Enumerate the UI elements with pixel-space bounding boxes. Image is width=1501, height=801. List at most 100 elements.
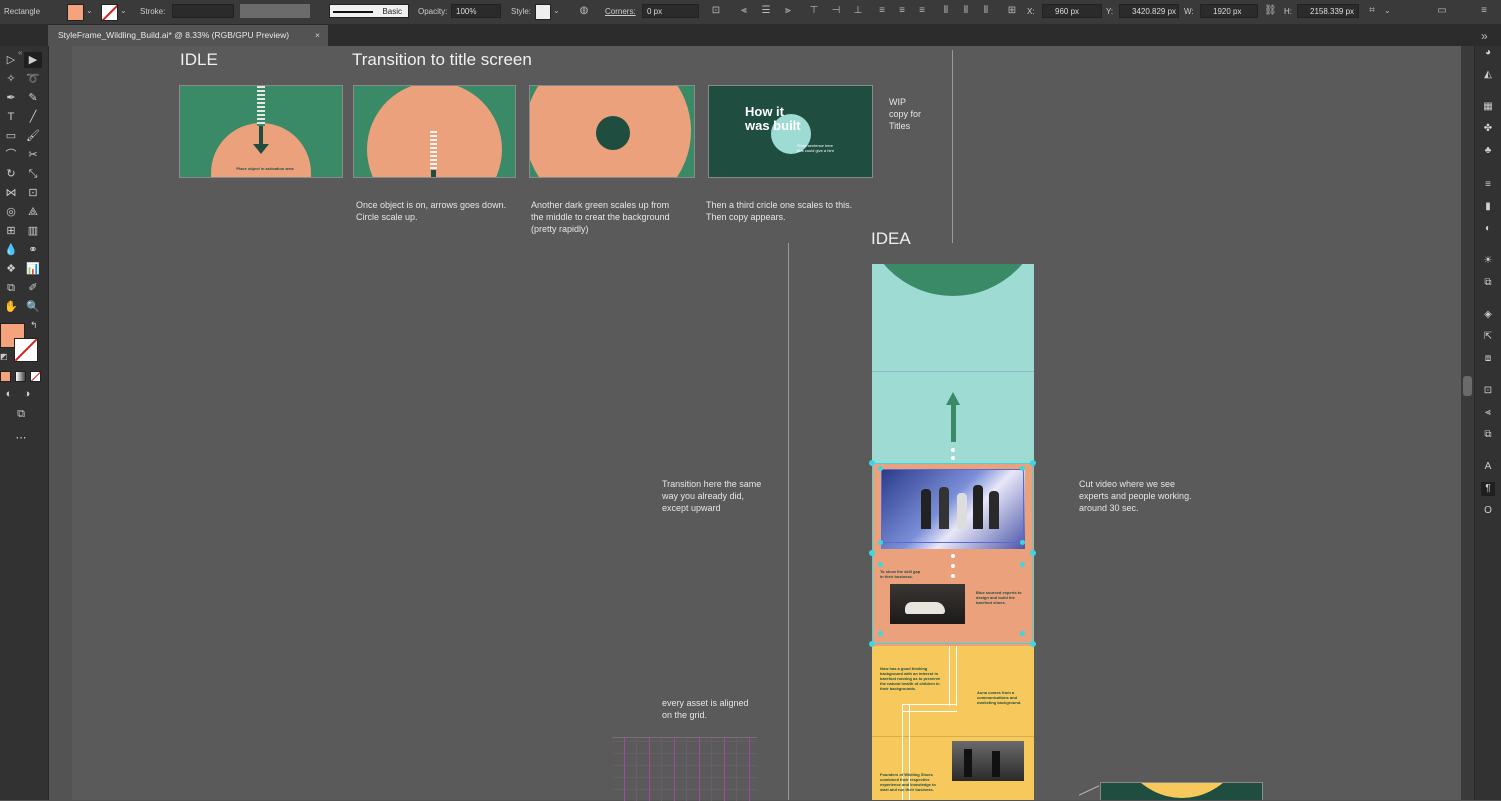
draw-normal-icon[interactable]: ◐ — [0, 386, 18, 402]
edit-toolbar-icon[interactable]: ⋯ — [12, 430, 30, 446]
distribute-bottom-icon[interactable]: ≡ — [916, 5, 928, 17]
transparency-icon[interactable]: ◐ — [1481, 222, 1495, 236]
blend-tool-icon[interactable]: ⚭ — [24, 242, 42, 258]
selection-handle[interactable] — [869, 641, 875, 647]
collapse-panels-icon[interactable]: » — [1481, 29, 1488, 43]
brush-definition-field[interactable]: Basic — [329, 4, 409, 18]
scissors-tool-icon[interactable]: ✂ — [24, 147, 42, 163]
frame-title[interactable]: How it was built Short sentence here tha… — [708, 85, 873, 178]
frame-transition-2[interactable] — [529, 85, 695, 178]
panel-menu-icon[interactable]: ≡ — [1478, 5, 1490, 17]
hand-tool-icon[interactable]: ✋ — [2, 299, 20, 315]
graphic-styles-icon[interactable]: ⧉ — [1481, 276, 1495, 290]
align-top-icon[interactable]: ⊤ — [808, 5, 820, 17]
align-right-icon[interactable]: ⫸ — [782, 5, 794, 17]
selection-handle[interactable] — [1020, 540, 1025, 545]
symbols-icon[interactable]: ♣ — [1481, 144, 1495, 158]
align-bottom-icon[interactable]: ⊥ — [852, 5, 864, 17]
corners-label[interactable]: Corners: — [605, 7, 636, 16]
selection-handle[interactable] — [1030, 460, 1036, 466]
stroke-panel-icon[interactable]: ≡ — [1481, 178, 1495, 192]
selection-handle[interactable] — [1020, 562, 1025, 567]
gradient-mode-icon[interactable] — [15, 371, 26, 382]
color-guide-icon[interactable]: ◕ — [1481, 46, 1495, 60]
fill-swatch[interactable] — [67, 4, 84, 21]
asset-export-icon[interactable]: ⇱ — [1481, 330, 1495, 344]
vertical-scrollbar[interactable] — [1461, 46, 1474, 800]
selection-handle[interactable] — [869, 550, 875, 556]
transform-panel-icon[interactable]: ⊡ — [1481, 384, 1495, 398]
selection-handle[interactable] — [1020, 631, 1025, 636]
gradient-panel-icon[interactable]: ▮ — [1481, 200, 1495, 214]
selection-handle[interactable] — [1030, 550, 1036, 556]
distribute-top-icon[interactable]: ≡ — [876, 5, 888, 17]
mesh-tool-icon[interactable]: ⊞ — [2, 223, 20, 239]
character-icon[interactable]: A — [1481, 460, 1495, 474]
selection-tool-icon[interactable]: ▷ — [2, 52, 20, 68]
paragraph-icon[interactable]: ¶ — [1481, 482, 1495, 496]
transform-panel-icon[interactable]: ▭ — [1436, 5, 1448, 17]
type-tool-icon[interactable]: T — [2, 109, 20, 125]
shape-builder-tool-icon[interactable]: ◎ — [2, 204, 20, 220]
document-tab[interactable]: StyleFrame_Wildling_Build.ai* @ 8.33% (R… — [48, 25, 328, 46]
y-field[interactable]: 3420.829 px — [1119, 4, 1179, 18]
eyedropper-tool-icon[interactable]: 💧 — [2, 242, 20, 258]
stroke-color-box[interactable] — [14, 338, 38, 362]
direct-selection-tool-icon[interactable]: ▶ — [24, 52, 42, 68]
shape-options-dropdown-icon[interactable]: ⌄ — [1384, 6, 1391, 15]
align-panel-icon[interactable]: ⫷ — [1481, 406, 1495, 420]
fill-dropdown-icon[interactable]: ⌄ — [86, 6, 93, 15]
align-left-icon[interactable]: ⫷ — [738, 5, 750, 17]
selection-handle[interactable] — [1020, 466, 1025, 471]
graph-tool-icon[interactable]: 📊 — [24, 261, 42, 277]
opacity-field[interactable]: 100% — [451, 4, 501, 18]
shaper-tool-icon[interactable]: ⌒ — [2, 147, 20, 163]
distribute-middle-icon[interactable]: ≡ — [896, 5, 908, 17]
color-mode-icon[interactable] — [0, 371, 11, 382]
selection-handle[interactable] — [878, 466, 883, 471]
lasso-tool-icon[interactable]: ➰ — [24, 71, 42, 87]
transform-icon[interactable]: ⊡ — [710, 5, 722, 17]
x-field[interactable]: 960 px — [1042, 4, 1102, 18]
magic-wand-tool-icon[interactable]: ✧ — [2, 71, 20, 87]
reference-point-icon[interactable]: ⊞ — [1006, 5, 1018, 17]
brushes-icon[interactable]: ✤ — [1481, 122, 1495, 136]
close-tab-icon[interactable]: × — [315, 25, 320, 46]
paintbrush-tool-icon[interactable]: 🖌 — [24, 128, 42, 144]
next-frame-preview[interactable] — [1100, 782, 1263, 800]
constrain-proportions-icon[interactable]: ⛓ — [1264, 5, 1277, 17]
artboards-icon[interactable]: ⧈ — [1481, 352, 1495, 366]
stroke-swatch[interactable] — [101, 4, 118, 21]
swap-colors-icon[interactable]: ↰ — [30, 320, 38, 331]
draw-behind-icon[interactable]: ◑ — [18, 386, 36, 402]
rotate-tool-icon[interactable]: ↻ — [2, 166, 20, 182]
artboard-tool-icon[interactable]: ⧉ — [2, 280, 20, 296]
screen-mode-icon[interactable]: ⧉ — [12, 406, 30, 422]
variable-width-profile[interactable] — [240, 4, 310, 18]
selection-handle[interactable] — [878, 631, 883, 636]
none-mode-icon[interactable] — [30, 371, 41, 382]
style-dropdown-icon[interactable]: ⌄ — [553, 6, 560, 15]
pathfinder-icon[interactable]: ⧉ — [1481, 428, 1495, 442]
appearance-icon[interactable]: ☀ — [1481, 254, 1495, 268]
distribute-left-icon[interactable]: ⦀ — [940, 5, 952, 17]
workshop-photo[interactable] — [952, 741, 1024, 781]
pen-tool-icon[interactable]: ✒ — [2, 90, 20, 106]
shape-options-icon[interactable]: ⌗ — [1366, 5, 1378, 17]
selection-handle[interactable] — [1030, 641, 1036, 647]
line-tool-icon[interactable]: ╱ — [24, 109, 42, 125]
curvature-tool-icon[interactable]: ✎ — [24, 90, 42, 106]
rectangle-tool-icon[interactable]: ▭ — [2, 128, 20, 144]
free-transform-tool-icon[interactable]: ⊡ — [24, 185, 42, 201]
align-middle-icon[interactable]: ⊣ — [830, 5, 842, 17]
stroke-dropdown-icon[interactable]: ⌄ — [120, 6, 127, 15]
color-panel-icon[interactable]: ◭ — [1481, 68, 1495, 82]
gradient-tool-icon[interactable]: ▥ — [24, 223, 42, 239]
slice-tool-icon[interactable]: ✐ — [24, 280, 42, 296]
frame-idle[interactable]: Place object in activation area — [179, 85, 343, 178]
perspective-grid-tool-icon[interactable]: ⟁ — [24, 204, 42, 220]
frame-transition-1[interactable] — [353, 85, 516, 178]
opentype-icon[interactable]: O — [1481, 504, 1495, 518]
distribute-right-icon[interactable]: ⦀ — [980, 5, 992, 17]
align-center-icon[interactable]: ☰ — [760, 5, 772, 17]
